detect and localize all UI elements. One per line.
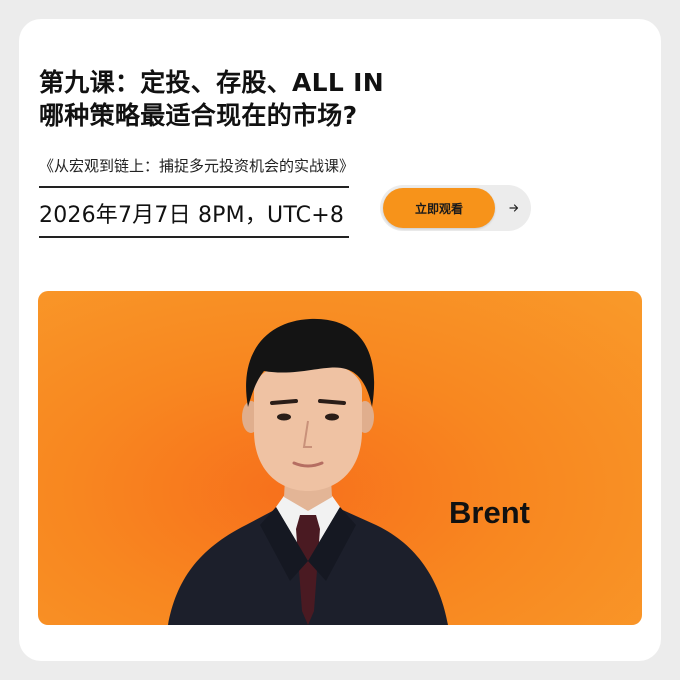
title-line-2: 哪种策略最适合现在的市场?: [39, 101, 358, 130]
event-card: 第九课：定投、存股、ALL IN 哪种策略最适合现在的市场? 《从宏观到链上：捕…: [19, 19, 661, 661]
page-title: 第九课：定投、存股、ALL IN 哪种策略最适合现在的市场?: [39, 66, 384, 132]
speaker-portrait: [168, 318, 448, 625]
event-datetime: 2026年7月7日 8PM，UTC+8: [39, 203, 345, 228]
divider-top: [39, 186, 349, 188]
speaker-banner: Brent: [38, 291, 642, 625]
series-subtitle: 《从宏观到链上：捕捉多元投资机会的实战课》: [39, 157, 355, 175]
watch-now-control[interactable]: 立即观看: [380, 185, 531, 231]
title-line-1: 第九课：定投、存股、ALL IN: [39, 68, 384, 97]
arrow-right-icon[interactable]: [503, 185, 525, 231]
watch-now-button[interactable]: 立即观看: [383, 188, 495, 228]
speaker-name: Brent: [449, 495, 530, 530]
divider-bottom: [39, 236, 349, 238]
watch-now-label: 立即观看: [414, 201, 463, 216]
